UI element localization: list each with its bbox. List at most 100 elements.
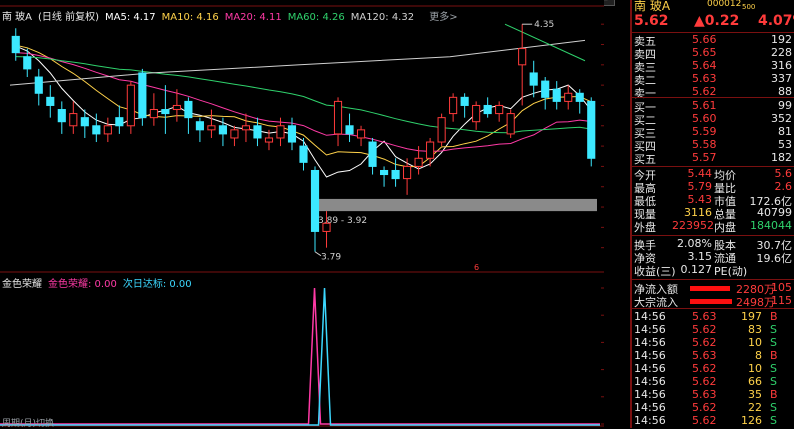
bid-row-3[interactable]: 买四 5.58 53 (632, 138, 794, 153)
tick-row-6[interactable]: 14:56 5.63 35 B (632, 388, 794, 402)
flow-extra: 105 (771, 281, 792, 294)
more-indicators-link[interactable]: 更多> (429, 12, 457, 23)
quote-code: 000012 (707, 0, 742, 9)
low-label: 3.79 (321, 253, 341, 263)
tick-price: 5.62 (692, 414, 717, 427)
ask-price: 5.64 (692, 59, 717, 72)
tick-volume: 10 (748, 336, 762, 349)
tick-row-5[interactable]: 14:56 5.62 66 S (632, 375, 794, 389)
flow-row-0: 净流入额 2280万 105 (632, 281, 794, 296)
ma-label-0: MA5: 4.17 (105, 12, 156, 23)
order-book: 卖五 5.66 192 卖四 5.65 228 卖三 5.64 316 卖二 5.63 337 卖一 5.… (632, 32, 794, 167)
fund-row-2: 收益(三) 0.127 PE(动) (632, 263, 794, 278)
tick-row-2[interactable]: 14:56 5.62 10 S (632, 336, 794, 350)
tick-volume: 126 (741, 414, 762, 427)
flow-bar (690, 286, 730, 291)
stat-value: 2.6 (774, 180, 793, 193)
ask-row-3[interactable]: 卖二 5.63 337 (632, 72, 794, 87)
stat-row-3: 现量 3116 总量 40799 (632, 206, 794, 221)
bid-row-1[interactable]: 买二 5.60 352 (632, 112, 794, 127)
fund-value: 2.08% (677, 237, 712, 250)
panel-divider (630, 0, 632, 428)
flow-row-1: 大宗流入 2498万 115 (632, 294, 794, 309)
candle[interactable] (138, 68, 147, 126)
quote-name: 南 玻A (634, 0, 671, 13)
stat-row-4: 外盘 223952 内盘 184044 (632, 219, 794, 234)
candle[interactable] (587, 97, 596, 167)
stat-value: 223952 (672, 219, 714, 232)
tick-volume: 8 (755, 349, 762, 362)
tick-price: 5.63 (692, 388, 717, 401)
stat-value: 5.79 (687, 180, 713, 193)
tick-price: 5.62 (692, 362, 717, 375)
fundamentals-panel: 换手 2.08% 股本 30.7亿 净资 3.15 流通 19.6亿 收益(三) 0.127 PE(… (632, 235, 794, 279)
tick-side: B (770, 349, 778, 362)
candle[interactable] (437, 113, 446, 147)
quote-price: 5.62 (634, 13, 669, 29)
tick-volume: 22 (748, 401, 762, 414)
flow-extra: 115 (771, 294, 792, 307)
indicator-line1: 金色荣耀: 0.00 (48, 279, 117, 290)
tick-side: S (770, 375, 777, 388)
ask-volume: 316 (771, 59, 792, 72)
candle[interactable] (506, 109, 515, 138)
tick-row-8[interactable]: 14:56 5.62 126 S (632, 414, 794, 428)
high-label: 4.35 (534, 20, 554, 30)
flow-bar (690, 299, 732, 304)
tick-time: 14:56 (634, 310, 666, 323)
tick-price: 5.63 (692, 349, 717, 362)
stat-value: 5.44 (687, 167, 713, 180)
tick-row-1[interactable]: 14:56 5.62 83 S (632, 323, 794, 337)
tick-volume: 197 (741, 310, 762, 323)
chart-adjust: (日线 前复权) (38, 12, 100, 23)
chart-area[interactable]: 4.354.304.254.204.154.104.054.003.953.90… (0, 0, 604, 428)
bid-volume: 182 (771, 151, 792, 164)
candle[interactable] (126, 81, 135, 134)
quote-header: 南 玻A 000012 500 5.62 ▲0.22 4.07% (632, 0, 794, 33)
stat-label: 内盘 (714, 221, 736, 234)
fund-value: 3.15 (687, 250, 713, 263)
stats-panel: 今开 5.44 均价 5.6 最高 5.79 量比 2.6 最低 5.43 市值 172.6亿 现量 31… (632, 166, 794, 236)
stat-value: 40799 (757, 206, 792, 219)
ask-row-1[interactable]: 卖四 5.65 228 (632, 46, 794, 61)
tick-row-3[interactable]: 14:56 5.63 8 B (632, 349, 794, 363)
stat-row-0: 今开 5.44 均价 5.6 (632, 167, 794, 182)
tick-row-4[interactable]: 14:56 5.62 10 S (632, 362, 794, 376)
ask-price: 5.65 (692, 46, 717, 59)
ma-label-1: MA10: 4.16 (161, 12, 219, 23)
bid-row-0[interactable]: 买一 5.61 99 (632, 99, 794, 114)
stat-value: 3116 (684, 206, 712, 219)
tick-side: S (770, 323, 777, 336)
bid-row-2[interactable]: 买三 5.59 81 (632, 125, 794, 140)
period-switch-label[interactable]: 周期(月)切换 (2, 416, 54, 429)
tick-list[interactable]: 14:56 5.63 197 B 14:56 5.62 83 S 14:56 5.62 10 S 14:… (632, 310, 794, 428)
bid-volume: 352 (771, 112, 792, 125)
fund-label: PE(动) (714, 265, 748, 278)
ask-price: 5.66 (692, 33, 717, 46)
tick-time: 14:56 (634, 323, 666, 336)
stat-value: 184044 (750, 219, 792, 232)
tick-side: S (770, 336, 777, 349)
quote-pct: 4.07% (758, 13, 794, 29)
stat-row-2: 最低 5.43 市值 172.6亿 (632, 193, 794, 208)
bid-row-4[interactable]: 买五 5.57 182 (632, 151, 794, 166)
tick-price: 5.62 (692, 375, 717, 388)
bid-volume: 99 (778, 99, 792, 112)
tick-price: 5.62 (692, 401, 717, 414)
chart-title: 南 玻A (日线 前复权) MA5: 4.17 MA10: 4.16 MA20: 4.1… (2, 8, 464, 23)
chart-stock-name: 南 玻A (2, 12, 33, 23)
capital-flows: 净流入额 2280万 105 大宗流入 2498万 115 (632, 280, 794, 309)
ask-row-2[interactable]: 卖三 5.64 316 (632, 59, 794, 74)
ask-row-0[interactable]: 卖五 5.66 192 (632, 33, 794, 48)
support-zone[interactable] (316, 198, 597, 212)
ask-price: 5.63 (692, 72, 717, 85)
stat-row-1: 最高 5.79 量比 2.6 (632, 180, 794, 195)
tick-time: 14:56 (634, 401, 666, 414)
ma-label-3: MA60: 4.26 (287, 12, 345, 23)
bid-price: 5.59 (692, 125, 717, 138)
tick-row-7[interactable]: 14:56 5.62 22 S (632, 401, 794, 415)
ma-label-4: MA120: 4.32 (350, 12, 415, 23)
tick-side: B (770, 388, 778, 401)
bid-price: 5.60 (692, 112, 717, 125)
tick-row-0[interactable]: 14:56 5.63 197 B (632, 310, 794, 324)
